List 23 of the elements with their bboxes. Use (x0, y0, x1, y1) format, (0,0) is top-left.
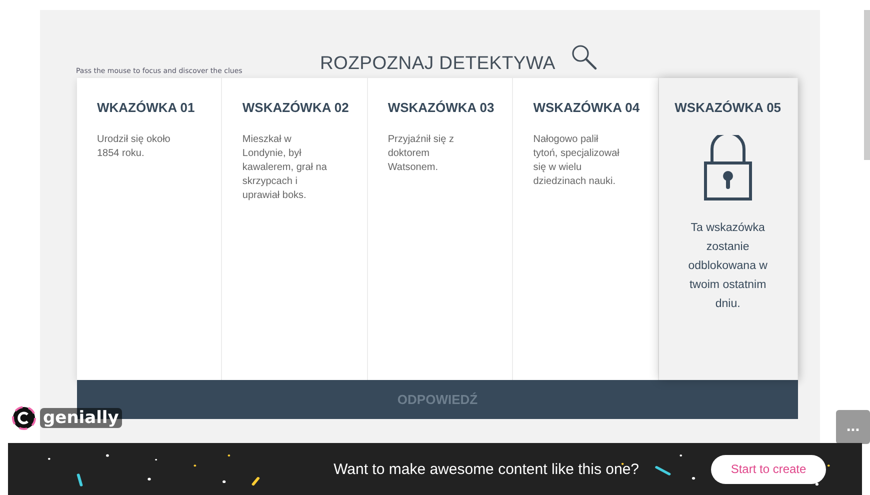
padlock-icon (704, 135, 752, 201)
page-title: ROZPOZNAJ DETEKTYWA (320, 52, 556, 74)
banner-text: Want to make awesome content like this one? (334, 460, 639, 478)
scrollbar-thumb[interactable] (864, 10, 870, 160)
clue-text: Nałogowo palił tytoń, specjalizował się w wielu dziedzinach nauki. (533, 133, 620, 189)
clue-title: WSKAZÓWKA 02 (242, 100, 350, 115)
clue-card[interactable]: WKAZÓWKA 01 Urodził się około 1854 roku. (77, 78, 222, 380)
search-icon (571, 44, 598, 70)
brand-name: genially (40, 408, 122, 428)
clue-title: WKAZÓWKA 01 (97, 100, 196, 115)
logo-icon (12, 406, 36, 430)
locked-message: Ta wskazówka zostanie odblokowana w twoim ostatnim dniu. (687, 221, 768, 312)
start-button[interactable]: Start to create (711, 454, 826, 484)
clue-card[interactable]: WSKAZÓWKA 04 Nałogowo palił tytoń, specjalizował się w wielu dziedzinach nauki. (513, 78, 659, 380)
clue-text: Urodził się około 1854 roku. (97, 133, 172, 161)
clue-card[interactable]: WSKAZÓWKA 03 Przyjaźnił się z doktorem Watsonem. (368, 78, 514, 380)
clue-card[interactable]: WSKAZÓWKA 05 Ta wskazówka zostanie odblokowana w twoim ostatnim dniu. (658, 78, 798, 380)
clue-text: Mieszkał w Londynie, był kawalerem, grał na skrzypcach i uprawiał boks. (242, 133, 328, 203)
clue-title: WSKAZÓWKA 05 (674, 100, 782, 115)
clue-title: WSKAZÓWKA 04 (533, 100, 641, 115)
clue-text: Przyjaźnił się z doktorem Watsonem. (388, 133, 455, 175)
clue-title: WSKAZÓWKA 03 (388, 100, 496, 115)
clue-card[interactable]: WSKAZÓWKA 02 Mieszkał w Londynie, był kawalerem, grał na skrzypcach i uprawiał boks. (222, 78, 368, 380)
